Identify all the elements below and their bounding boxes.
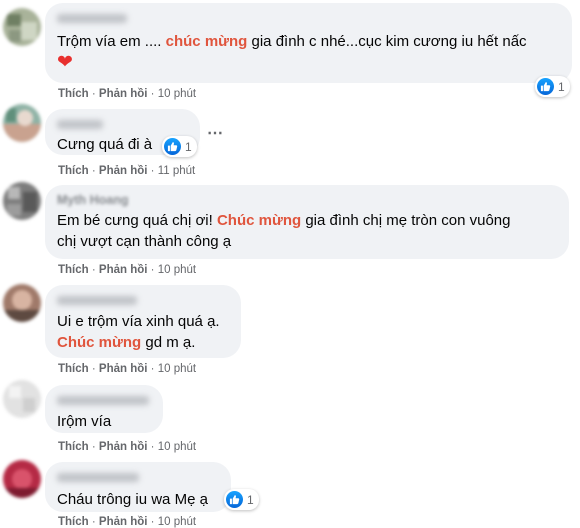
like-thumb-icon — [226, 491, 243, 508]
like-link[interactable]: Thích — [58, 363, 89, 375]
author-name-blurred — [57, 473, 139, 482]
author-name-blurred — [57, 296, 137, 305]
more-options-icon[interactable]: ⋯ — [207, 123, 224, 143]
like-link[interactable]: Thích — [58, 264, 89, 276]
comment-text-line: Chúc mừng gd m ạ. — [57, 332, 229, 353]
comment-bubble: Trộm vía em .... chúc mừng gia đình c nh… — [45, 3, 572, 83]
comment-text-part: gia đình c nhé...cục kim cương iu hết nấ… — [247, 33, 527, 50]
comment-actions: Thích · Phản hồi · 10 phút — [58, 363, 197, 375]
reaction-count: 1 — [247, 492, 254, 507]
reply-link[interactable]: Phản hồi — [99, 264, 148, 276]
comment-text: Irộm vía — [57, 413, 112, 430]
author-name[interactable]: Myth Hoang — [57, 193, 557, 208]
comment-text-part: gd m ạ. — [141, 334, 196, 351]
reaction-count: 1 — [185, 139, 192, 154]
comment-actions: Thích · Phản hồi · 10 phút — [58, 516, 197, 528]
reaction-summary[interactable]: 1 — [162, 136, 197, 157]
timestamp[interactable]: 10 phút — [158, 264, 196, 276]
comment-actions: Thích · Phản hồi · 11 phút — [58, 165, 196, 177]
reply-link[interactable]: Phản hồi — [99, 88, 148, 100]
reaction-count: 1 — [558, 79, 565, 94]
avatar-image — [3, 380, 41, 418]
timestamp[interactable]: 10 phút — [158, 363, 196, 375]
heart-emoji-icon: ❤ — [57, 52, 73, 73]
like-thumb-icon — [537, 78, 554, 95]
reaction-summary[interactable]: 1 — [224, 489, 259, 510]
comment-text: Trộm vía em .... chúc mừng gia đình c nh… — [57, 31, 560, 52]
avatar[interactable] — [3, 182, 41, 220]
avatar-image — [3, 284, 41, 322]
comment-bubble: Cháu trông iu wa Mẹ ạ — [45, 462, 231, 512]
avatar[interactable] — [3, 284, 41, 322]
avatar[interactable] — [3, 460, 41, 498]
author-name[interactable] — [57, 11, 560, 26]
comment-actions: Thích · Phản hồi · 10 phút — [58, 441, 197, 453]
avatar-image — [3, 8, 41, 46]
timestamp[interactable]: 11 phút — [158, 165, 196, 177]
like-thumb-icon — [164, 138, 181, 155]
author-name-blurred — [57, 396, 149, 405]
author-name-blurred — [57, 120, 103, 129]
author-name-blurred — [57, 14, 127, 23]
comment-bubble: Ui e trộm vía xinh quá ạ. Chúc mừng gd m… — [45, 285, 241, 358]
comment-text-part: Em bé cưng quá chị ơi! — [57, 212, 217, 229]
comment-text-part: gia đình chị mẹ tròn con vuông — [301, 212, 511, 229]
comment-bubble: Irộm vía — [45, 385, 163, 433]
like-link[interactable]: Thích — [58, 88, 89, 100]
avatar[interactable] — [3, 104, 41, 142]
comment-text: Ui e trộm vía xinh quá ạ. — [57, 313, 220, 330]
reply-link[interactable]: Phản hồi — [99, 165, 148, 177]
highlight-text: Chúc mừng — [216, 212, 302, 229]
comment-actions: Thích · Phản hồi · 10 phút — [58, 88, 197, 100]
comment-bubble: Myth Hoang Em bé cưng quá chị ơi! Chúc m… — [45, 185, 569, 259]
avatar-image — [3, 460, 41, 498]
timestamp[interactable]: 10 phút — [158, 441, 196, 453]
reply-link[interactable]: Phản hồi — [99, 363, 148, 375]
reaction-summary[interactable]: 1 — [535, 76, 570, 97]
comment-text-part: Trộm vía em .... — [57, 33, 166, 50]
author-name[interactable] — [57, 470, 219, 485]
comment-text: Em bé cưng quá chị ơi! Chúc mừng gia đìn… — [57, 210, 557, 231]
reply-link[interactable]: Phản hồi — [99, 441, 148, 453]
reply-link[interactable]: Phản hồi — [99, 516, 148, 528]
author-name[interactable] — [57, 293, 229, 308]
avatar-image — [3, 104, 41, 142]
author-name[interactable] — [57, 117, 188, 132]
avatar-image — [3, 182, 41, 220]
timestamp[interactable]: 10 phút — [158, 516, 196, 528]
highlight-text: Chúc mừng — [57, 334, 142, 351]
like-link[interactable]: Thích — [58, 165, 89, 177]
like-link[interactable]: Thích — [58, 516, 89, 528]
comment-text: Cháu trông iu wa Mẹ ạ — [57, 491, 208, 508]
like-link[interactable]: Thích — [58, 441, 89, 453]
author-name[interactable] — [57, 393, 151, 408]
highlight-text: chúc mừng — [165, 33, 248, 50]
comment-actions: Thích · Phản hồi · 10 phút — [58, 264, 197, 276]
comment-text-line: chị vượt cạn thành công ạ — [57, 233, 232, 250]
avatar[interactable] — [3, 380, 41, 418]
avatar[interactable] — [3, 8, 41, 46]
timestamp[interactable]: 10 phút — [158, 88, 196, 100]
